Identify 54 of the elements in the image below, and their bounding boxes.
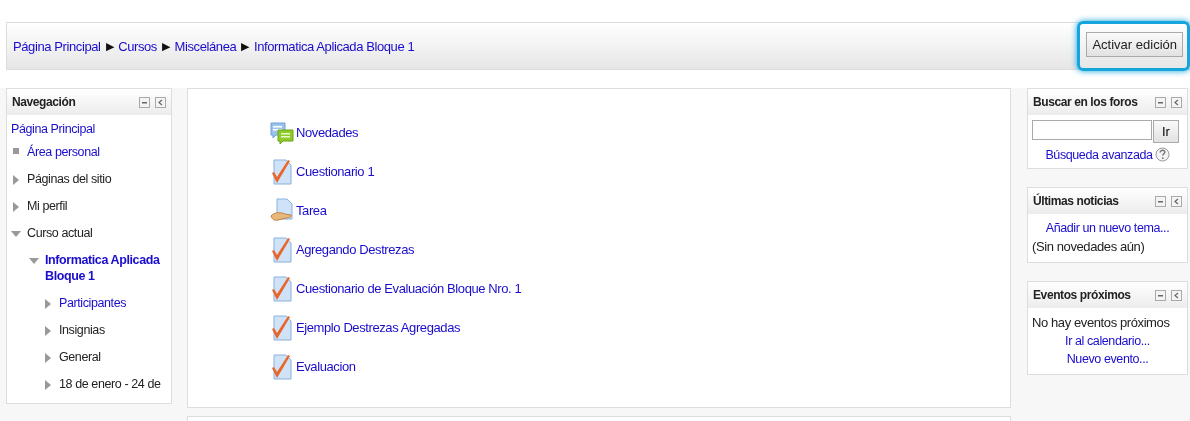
block-title: Últimas noticias (1033, 194, 1119, 208)
search-field[interactable] (1032, 120, 1152, 140)
collapse-icon[interactable] (1155, 195, 1166, 207)
block-title: Eventos próximos (1033, 288, 1131, 302)
collapse-icon[interactable] (1155, 289, 1166, 301)
breadcrumb-link[interactable]: Informatica Aplicada Bloque 1 (253, 38, 415, 54)
block-link[interactable]: Nuevo evento... (1066, 352, 1149, 366)
block-title: Navegación (12, 95, 76, 109)
activity-link[interactable]: Evaluacion (296, 359, 356, 374)
collapse-icon[interactable] (1155, 96, 1166, 108)
activity-link[interactable]: Cuestionario 1 (296, 164, 375, 179)
expand-arrow-icon[interactable] (45, 353, 51, 363)
block-link[interactable]: Añadir un nuevo tema... (1045, 221, 1170, 235)
nav-item[interactable]: Insignias (59, 322, 105, 338)
collapse-icon[interactable] (139, 96, 150, 108)
expand-arrow-icon[interactable] (45, 380, 51, 390)
activity-link[interactable]: Agregando Destrezas (296, 242, 415, 257)
nav-item[interactable]: Informatica Aplicada Bloque 1 (45, 252, 167, 284)
nav-item[interactable]: Página Principal (11, 122, 95, 136)
advanced-search-link[interactable]: Búsqueda avanzada (1045, 147, 1153, 162)
go-button[interactable]: Ir (1153, 120, 1179, 143)
dock-icon[interactable] (1171, 96, 1182, 108)
dock-icon[interactable] (1171, 195, 1182, 207)
breadcrumb-link[interactable]: Página Principal (13, 38, 101, 54)
help-icon[interactable] (1154, 147, 1170, 162)
breadcrumb-separator: ▶ (241, 39, 249, 53)
activity-link[interactable]: Tarea (296, 203, 327, 218)
breadcrumb-link[interactable]: Miscelánea (174, 38, 237, 54)
dock-icon[interactable] (155, 96, 166, 108)
activity-link[interactable]: Ejemplo Destrezas Agregadas (296, 320, 461, 335)
activity-link[interactable]: Cuestionario de Evaluación Bloque Nro. 1 (296, 281, 522, 296)
expand-arrow-icon[interactable] (13, 202, 19, 212)
block-link[interactable]: Ir al calendario... (1065, 334, 1150, 348)
expand-arrow-icon[interactable] (45, 299, 51, 309)
nav-item[interactable]: Páginas del sitio (27, 171, 112, 187)
breadcrumb-separator: ▶ (105, 39, 114, 53)
block-title: Buscar en los foros (1033, 95, 1138, 109)
nav-item[interactable]: Área personal (27, 144, 100, 160)
nav-item[interactable]: General (59, 349, 101, 365)
nav-item[interactable]: Mi perfil (27, 198, 68, 214)
block-text: No hay eventos próximos (1032, 314, 1171, 332)
edit-mode-button[interactable]: Activar edición (1086, 32, 1183, 57)
dock-icon[interactable] (1171, 289, 1182, 301)
nav-item[interactable]: Curso actual (27, 225, 93, 241)
activity-link[interactable]: Novedades (296, 125, 359, 140)
expand-arrow-icon[interactable] (45, 326, 51, 336)
block-text: (Sin novedades aún) (1032, 238, 1146, 256)
nav-item[interactable]: Participantes (59, 295, 127, 311)
breadcrumb-separator: ▶ (161, 39, 170, 53)
collapse-arrow-icon[interactable] (11, 231, 21, 237)
collapse-arrow-icon[interactable] (29, 258, 39, 264)
expand-arrow-icon[interactable] (13, 175, 19, 185)
breadcrumb-link[interactable]: Cursos (118, 38, 157, 54)
nav-item[interactable]: 18 de enero - 24 de (59, 376, 161, 392)
